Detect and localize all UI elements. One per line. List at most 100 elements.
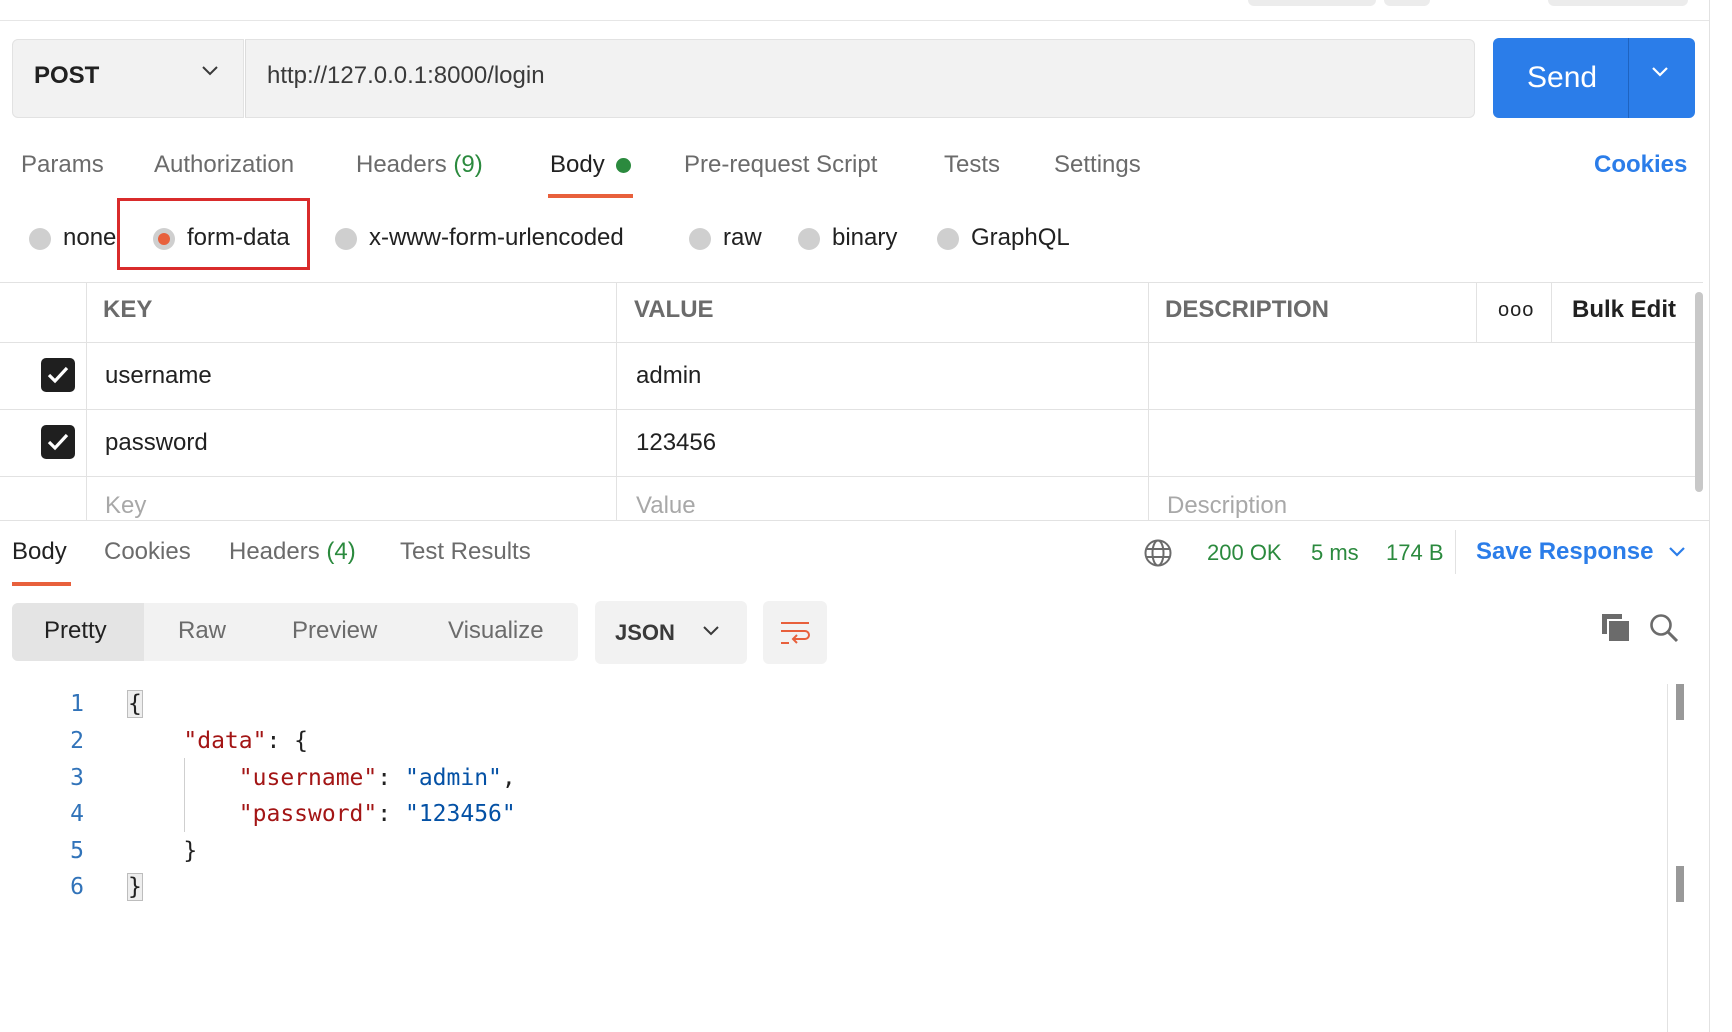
column-header-key: KEY	[103, 296, 153, 323]
line-number: 4	[70, 801, 84, 827]
json-string-value: "admin"	[404, 765, 502, 791]
view-mode-visualize[interactable]: Visualize	[448, 617, 544, 645]
radio-graphql-label: GraphQL	[971, 224, 1070, 251]
code-scroll-marker[interactable]	[1676, 866, 1684, 902]
param-key[interactable]: password	[105, 429, 208, 457]
code-line: "username": "admin",	[238, 765, 516, 791]
code-line: }	[127, 873, 143, 901]
radio-urlencoded-label: x-www-form-urlencoded	[369, 224, 624, 251]
line-number: 6	[70, 874, 84, 900]
code-scroll-marker[interactable]	[1676, 684, 1684, 720]
line-number: 5	[70, 838, 84, 864]
response-divider	[0, 520, 1710, 521]
column-divider	[1148, 282, 1149, 520]
table-border	[0, 476, 1703, 477]
radio-binary-label: binary	[832, 224, 898, 251]
json-string-value: "123456"	[404, 801, 516, 827]
body-active-dot	[616, 158, 631, 173]
json-key: "password"	[238, 801, 378, 827]
wrap-lines-button[interactable]	[763, 601, 827, 664]
annotation-highlight-box	[117, 198, 310, 270]
radio-raw[interactable]	[689, 228, 711, 250]
column-header-description: DESCRIPTION	[1165, 296, 1330, 323]
response-size[interactable]: 174 B	[1386, 540, 1444, 566]
row-enabled-checkbox[interactable]	[41, 425, 75, 459]
code-scrollbar-track	[1667, 684, 1668, 1032]
table-border	[0, 342, 1703, 343]
column-divider	[1551, 282, 1552, 342]
active-tab-indicator	[548, 194, 633, 198]
save-response-button[interactable]: Save Response	[1476, 538, 1653, 566]
new-key-input[interactable]: Key	[105, 492, 146, 520]
radio-urlencoded[interactable]	[335, 228, 357, 250]
tab-headers-count: (9)	[453, 151, 483, 178]
radio-none[interactable]	[29, 228, 51, 250]
radio-graphql[interactable]	[937, 228, 959, 250]
tab-body[interactable]: Body	[550, 151, 605, 179]
view-mode-pretty[interactable]: Pretty	[44, 617, 107, 645]
tab-params[interactable]: Params	[21, 151, 104, 179]
json-key: "username"	[238, 765, 378, 791]
response-tab-test-results[interactable]: Test Results	[400, 538, 531, 566]
format-label: JSON	[615, 620, 675, 645]
tab-settings[interactable]: Settings	[1054, 151, 1141, 179]
line-number: 1	[70, 691, 84, 717]
chevron-down-icon[interactable]	[1668, 545, 1686, 563]
top-tab-stub[interactable]	[1384, 0, 1430, 6]
status-divider	[1455, 530, 1456, 574]
response-time[interactable]: 5 ms	[1311, 540, 1359, 566]
cookies-link[interactable]: Cookies	[1594, 151, 1687, 179]
more-options-icon[interactable]: ooo	[1498, 299, 1534, 322]
code-line: }	[128, 838, 198, 864]
column-header-value: VALUE	[634, 296, 714, 323]
globe-icon[interactable]	[1143, 538, 1173, 573]
table-border	[0, 409, 1703, 410]
send-label: Send	[1527, 61, 1598, 94]
response-tab-body[interactable]: Body	[12, 538, 67, 566]
code-line: "password": "123456"	[238, 801, 516, 827]
status-code[interactable]: 200 OK	[1207, 540, 1282, 566]
code-brace: {	[127, 690, 143, 718]
response-tab-headers-label: Headers	[229, 538, 320, 565]
tab-authorization[interactable]: Authorization	[154, 151, 294, 179]
column-divider	[86, 282, 87, 520]
code-line: "data": {	[183, 728, 309, 754]
send-divider	[1628, 38, 1629, 118]
top-tab-stub[interactable]	[1248, 0, 1376, 6]
new-description-input[interactable]: Description	[1167, 492, 1287, 520]
bulk-edit-button[interactable]: Bulk Edit	[1572, 296, 1676, 324]
response-tab-headers[interactable]: Headers (4)	[229, 538, 356, 566]
code-line: {	[127, 690, 143, 718]
view-mode-raw[interactable]: Raw	[178, 617, 226, 645]
chevron-down-icon	[200, 64, 220, 83]
tab-prerequest-script[interactable]: Pre-request Script	[684, 151, 877, 179]
tab-headers[interactable]: Headers (9)	[356, 151, 483, 179]
wrap-lines-icon	[781, 622, 810, 644]
radio-binary[interactable]	[798, 228, 820, 250]
row-enabled-checkbox[interactable]	[41, 358, 75, 392]
response-tab-cookies[interactable]: Cookies	[104, 538, 191, 566]
tab-headers-label: Headers	[356, 151, 447, 178]
view-mode-preview[interactable]: Preview	[292, 617, 377, 645]
response-active-tab-indicator	[12, 582, 71, 586]
table-scrollbar[interactable]	[1695, 292, 1703, 492]
send-options-chevron-icon[interactable]	[1650, 65, 1670, 84]
line-number: 3	[70, 765, 84, 791]
param-key[interactable]: username	[105, 362, 212, 390]
top-tab-stub[interactable]	[1548, 0, 1688, 6]
radio-none-label: none	[63, 224, 117, 251]
tab-tests[interactable]: Tests	[944, 151, 1000, 179]
param-value[interactable]: admin	[636, 362, 701, 390]
json-key: "data"	[183, 728, 267, 754]
line-number: 2	[70, 728, 84, 754]
new-value-input[interactable]: Value	[636, 492, 696, 520]
url-text: http://127.0.0.1:8000/login	[267, 62, 545, 89]
copy-icon[interactable]	[1600, 612, 1632, 649]
column-divider	[616, 282, 617, 520]
method-label: POST	[34, 62, 100, 89]
param-value[interactable]: 123456	[636, 429, 716, 457]
response-tab-headers-count: (4)	[326, 538, 356, 565]
chevron-down-icon	[702, 624, 720, 642]
right-pane-border	[1709, 0, 1710, 1032]
search-icon[interactable]	[1648, 612, 1680, 649]
